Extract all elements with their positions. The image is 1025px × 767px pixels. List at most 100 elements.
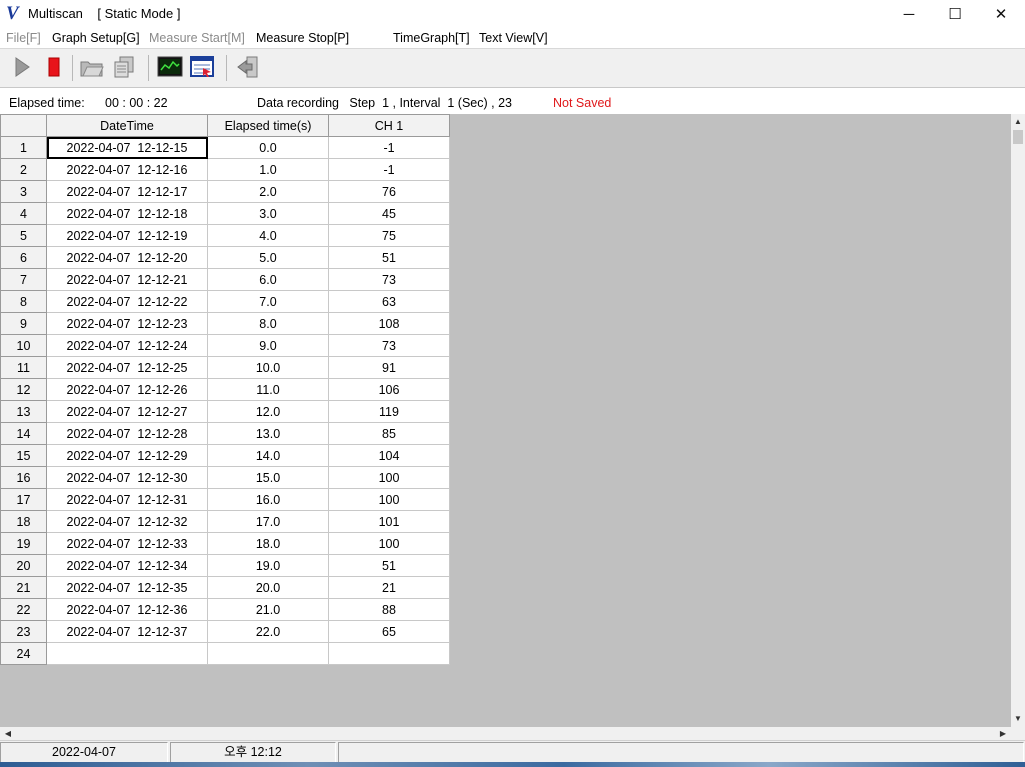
- row-header[interactable]: 15: [0, 444, 47, 467]
- cell-ch1[interactable]: 65: [328, 620, 450, 643]
- row-header[interactable]: 14: [0, 422, 47, 445]
- cell-ch1[interactable]: [328, 642, 450, 665]
- cell-ch1[interactable]: 91: [328, 356, 450, 379]
- cell-elapsed[interactable]: 10.0: [207, 356, 329, 379]
- row-header[interactable]: 1: [0, 136, 47, 159]
- cell-ch1[interactable]: 100: [328, 488, 450, 511]
- open-folder-icon[interactable]: [78, 53, 106, 81]
- cell-ch1[interactable]: 100: [328, 466, 450, 489]
- cell-elapsed[interactable]: 22.0: [207, 620, 329, 643]
- row-header[interactable]: 7: [0, 268, 47, 291]
- time-graph-icon[interactable]: [156, 53, 184, 81]
- stop-icon[interactable]: [40, 53, 68, 81]
- menu-text-view[interactable]: Text View[V]: [479, 31, 548, 45]
- row-header[interactable]: 12: [0, 378, 47, 401]
- row-header[interactable]: 6: [0, 246, 47, 269]
- row-header[interactable]: 5: [0, 224, 47, 247]
- cell-elapsed[interactable]: 16.0: [207, 488, 329, 511]
- cell-ch1[interactable]: 100: [328, 532, 450, 555]
- scroll-right-icon[interactable]: ▶: [997, 727, 1009, 740]
- cell-elapsed[interactable]: 0.0: [207, 136, 329, 159]
- cell-datetime[interactable]: 2022-04-07 12-12-22: [46, 290, 208, 313]
- exit-icon[interactable]: [234, 53, 262, 81]
- cell-datetime[interactable]: 2022-04-07 12-12-30: [46, 466, 208, 489]
- row-header[interactable]: 10: [0, 334, 47, 357]
- row-header[interactable]: 17: [0, 488, 47, 511]
- cell-elapsed[interactable]: 1.0: [207, 158, 329, 181]
- cell-datetime[interactable]: 2022-04-07 12-12-20: [46, 246, 208, 269]
- maximize-button[interactable]: ☐: [932, 0, 978, 28]
- cell-ch1[interactable]: 21: [328, 576, 450, 599]
- row-header[interactable]: 20: [0, 554, 47, 577]
- cell-datetime[interactable]: 2022-04-07 12-12-17: [46, 180, 208, 203]
- cell-datetime[interactable]: 2022-04-07 12-12-28: [46, 422, 208, 445]
- cell-elapsed[interactable]: 9.0: [207, 334, 329, 357]
- cell-elapsed[interactable]: 11.0: [207, 378, 329, 401]
- cell-elapsed[interactable]: 15.0: [207, 466, 329, 489]
- cell-datetime[interactable]: 2022-04-07 12-12-29: [46, 444, 208, 467]
- cell-datetime[interactable]: 2022-04-07 12-12-19: [46, 224, 208, 247]
- cell-ch1[interactable]: 101: [328, 510, 450, 533]
- cell-ch1[interactable]: 73: [328, 268, 450, 291]
- play-icon[interactable]: [8, 53, 36, 81]
- cell-elapsed[interactable]: 7.0: [207, 290, 329, 313]
- cell-datetime[interactable]: 2022-04-07 12-12-16: [46, 158, 208, 181]
- row-header[interactable]: 3: [0, 180, 47, 203]
- scroll-left-icon[interactable]: ◀: [2, 727, 14, 740]
- row-header[interactable]: 2: [0, 158, 47, 181]
- row-header[interactable]: 4: [0, 202, 47, 225]
- row-header[interactable]: 18: [0, 510, 47, 533]
- cell-elapsed[interactable]: 13.0: [207, 422, 329, 445]
- cell-elapsed[interactable]: 20.0: [207, 576, 329, 599]
- cell-ch1[interactable]: 51: [328, 246, 450, 269]
- column-header-datetime[interactable]: DateTime: [46, 114, 208, 137]
- row-header[interactable]: 22: [0, 598, 47, 621]
- horizontal-scrollbar[interactable]: ◀ ▶: [0, 727, 1011, 740]
- row-header[interactable]: 13: [0, 400, 47, 423]
- cell-ch1[interactable]: 76: [328, 180, 450, 203]
- column-header-elapsed[interactable]: Elapsed time(s): [207, 114, 329, 137]
- cell-datetime[interactable]: 2022-04-07 12-12-31: [46, 488, 208, 511]
- cell-ch1[interactable]: 104: [328, 444, 450, 467]
- cell-datetime[interactable]: [46, 642, 208, 665]
- cell-datetime[interactable]: 2022-04-07 12-12-25: [46, 356, 208, 379]
- cell-ch1[interactable]: 63: [328, 290, 450, 313]
- cell-datetime[interactable]: 2022-04-07 12-12-21: [46, 268, 208, 291]
- grid-corner[interactable]: [0, 114, 47, 137]
- cell-ch1[interactable]: 85: [328, 422, 450, 445]
- cell-datetime[interactable]: 2022-04-07 12-12-15: [46, 136, 208, 159]
- cell-elapsed[interactable]: 8.0: [207, 312, 329, 335]
- cell-datetime[interactable]: 2022-04-07 12-12-37: [46, 620, 208, 643]
- cell-ch1[interactable]: 119: [328, 400, 450, 423]
- cell-elapsed[interactable]: 2.0: [207, 180, 329, 203]
- minimize-button[interactable]: ─: [886, 0, 932, 28]
- menu-measure-stop[interactable]: Measure Stop[P]: [256, 31, 349, 45]
- cell-datetime[interactable]: 2022-04-07 12-12-36: [46, 598, 208, 621]
- cell-datetime[interactable]: 2022-04-07 12-12-35: [46, 576, 208, 599]
- row-header[interactable]: 8: [0, 290, 47, 313]
- cell-elapsed[interactable]: 5.0: [207, 246, 329, 269]
- row-header[interactable]: 16: [0, 466, 47, 489]
- text-view-icon[interactable]: [188, 53, 216, 81]
- menu-measure-start[interactable]: Measure Start[M]: [149, 31, 245, 45]
- cell-datetime[interactable]: 2022-04-07 12-12-24: [46, 334, 208, 357]
- cell-ch1[interactable]: 45: [328, 202, 450, 225]
- menu-file[interactable]: File[F]: [6, 31, 41, 45]
- cell-datetime[interactable]: 2022-04-07 12-12-34: [46, 554, 208, 577]
- row-header[interactable]: 21: [0, 576, 47, 599]
- cell-elapsed[interactable]: 12.0: [207, 400, 329, 423]
- cell-ch1[interactable]: 75: [328, 224, 450, 247]
- cell-ch1[interactable]: 73: [328, 334, 450, 357]
- cell-ch1[interactable]: 51: [328, 554, 450, 577]
- menu-time-graph[interactable]: TimeGraph[T]: [393, 31, 470, 45]
- vertical-scrollbar[interactable]: ▲ ▼: [1011, 114, 1025, 727]
- cell-datetime[interactable]: 2022-04-07 12-12-26: [46, 378, 208, 401]
- copy-data-icon[interactable]: [110, 53, 138, 81]
- cell-datetime[interactable]: 2022-04-07 12-12-32: [46, 510, 208, 533]
- scroll-thumb[interactable]: [1013, 130, 1023, 144]
- scroll-down-icon[interactable]: ▼: [1013, 713, 1023, 725]
- cell-datetime[interactable]: 2022-04-07 12-12-27: [46, 400, 208, 423]
- cell-ch1[interactable]: 88: [328, 598, 450, 621]
- cell-ch1[interactable]: 106: [328, 378, 450, 401]
- row-header[interactable]: 24: [0, 642, 47, 665]
